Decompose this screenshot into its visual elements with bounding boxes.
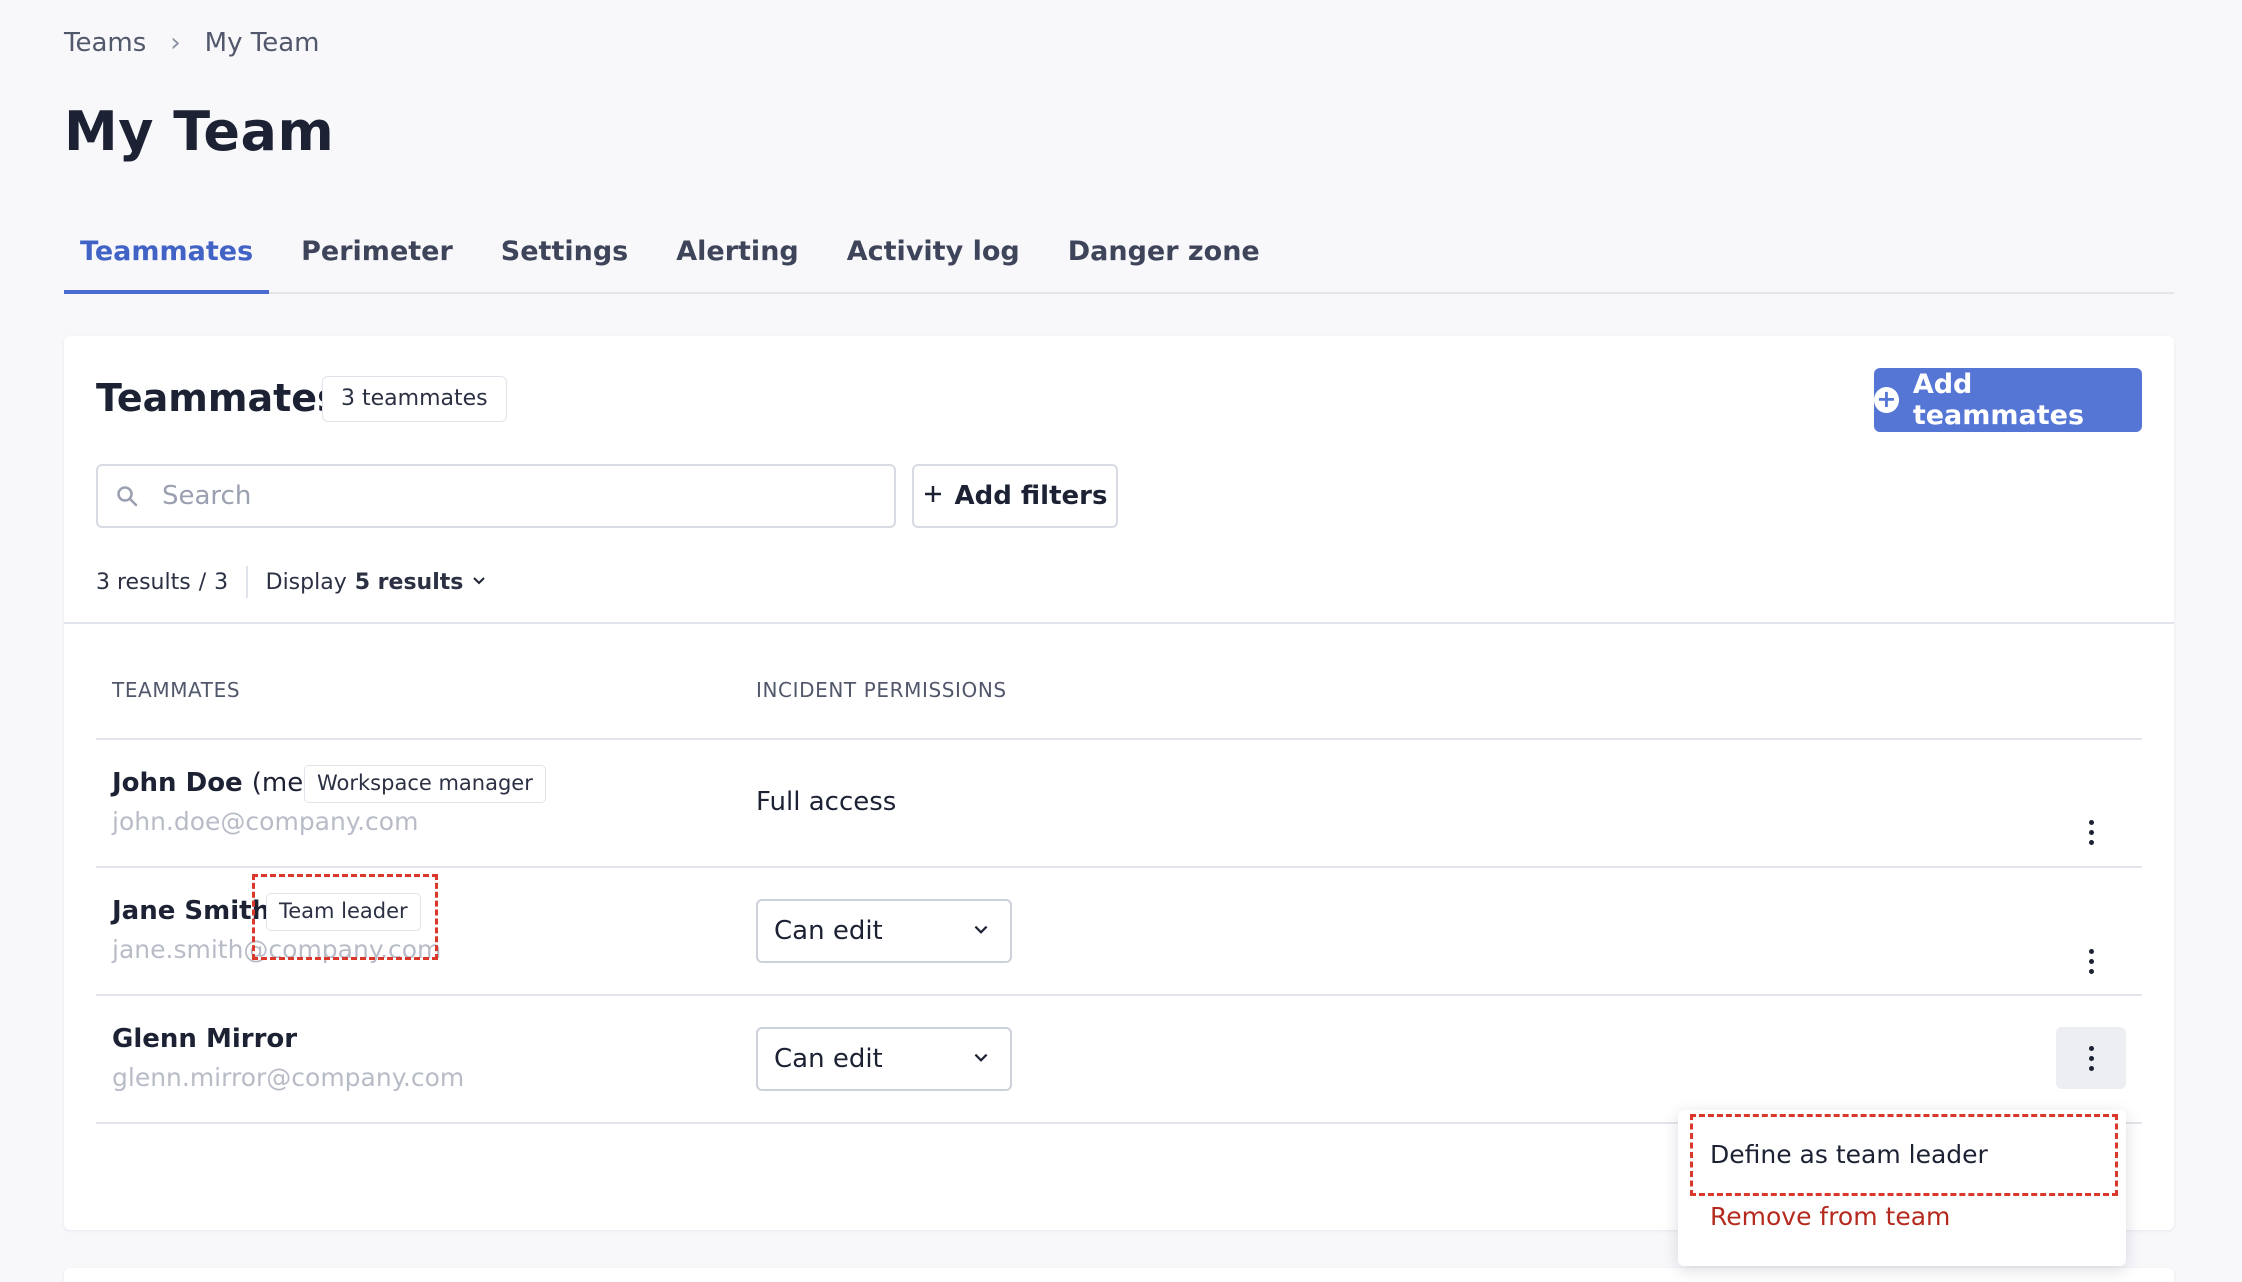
search-icon	[116, 485, 156, 507]
add-teammates-button[interactable]: + Add teammates	[1874, 368, 2142, 432]
tab-alerting[interactable]: Alerting	[660, 236, 815, 294]
highlight-annotation	[1690, 1114, 2118, 1196]
tab-activity-log[interactable]: Activity log	[831, 236, 1036, 294]
teammate-email: john.doe@company.com	[112, 807, 419, 836]
display-label: Display	[265, 569, 347, 595]
permission-select-value: Can edit	[774, 1044, 883, 1074]
divider	[64, 622, 2174, 624]
divider	[96, 866, 2142, 868]
chevron-down-icon	[972, 1044, 990, 1074]
tab-danger-zone[interactable]: Danger zone	[1052, 236, 1276, 294]
chevron-right-icon: ›	[170, 28, 181, 58]
tab-settings[interactable]: Settings	[485, 236, 644, 294]
permission-value: Full access	[756, 787, 897, 817]
more-vertical-icon	[2088, 948, 2094, 974]
role-badge: Workspace manager	[304, 765, 546, 803]
teammate-name: John Doe (me)	[112, 768, 314, 798]
row-actions-button[interactable]	[2056, 930, 2126, 992]
page-title: My Team	[64, 100, 335, 163]
search-box	[96, 464, 896, 528]
display-results-select[interactable]: Display 5 results	[266, 570, 488, 595]
chevron-down-icon	[471, 570, 487, 595]
results-summary: 3 results / 3 Display 5 results	[96, 560, 487, 604]
add-teammates-label: Add teammates	[1912, 369, 2085, 431]
teammate-name: Jane Smith	[112, 896, 271, 926]
tab-perimeter[interactable]: Perimeter	[285, 236, 469, 294]
tab-teammates[interactable]: Teammates	[64, 236, 270, 294]
section-title: Teammates	[96, 376, 340, 420]
teammates-card: Teammates 3 teammates + Add teammates Ad…	[64, 336, 2174, 1230]
permission-select[interactable]: Can edit	[756, 899, 1012, 963]
teammates-count-badge: 3 teammates	[322, 376, 507, 422]
column-header-teammates: TEAMMATES	[112, 678, 241, 702]
remove-from-team-option[interactable]: Remove from team	[1710, 1202, 1950, 1231]
chevron-down-icon	[972, 916, 990, 946]
column-header-incident-permissions: INCIDENT PERMISSIONS	[756, 678, 1007, 702]
divider	[246, 566, 248, 598]
tab-bar: Teammates Perimeter Settings Alerting Ac…	[64, 236, 2174, 294]
divider	[96, 994, 2142, 996]
plus-icon	[923, 481, 943, 511]
more-vertical-icon	[2088, 1045, 2094, 1071]
search-input[interactable]	[162, 481, 862, 511]
plus-circle-icon: +	[1874, 387, 1899, 413]
row-actions-button[interactable]	[2056, 801, 2126, 863]
results-total: 3	[214, 569, 229, 595]
breadcrumb: Teams › My Team	[64, 28, 319, 58]
permission-select-value: Can edit	[774, 916, 883, 946]
next-card	[64, 1268, 2174, 1282]
breadcrumb-current: My Team	[204, 28, 320, 58]
divider	[96, 738, 2142, 740]
permission-select[interactable]: Can edit	[756, 1027, 1012, 1091]
display-value: 5 results	[354, 569, 464, 595]
teammate-email: glenn.mirror@company.com	[112, 1063, 465, 1092]
results-count: 3 results	[96, 569, 191, 595]
add-filters-label: Add filters	[954, 481, 1108, 511]
more-vertical-icon	[2088, 819, 2094, 845]
breadcrumb-teams-link[interactable]: Teams	[64, 28, 146, 58]
add-filters-button[interactable]: Add filters	[912, 464, 1118, 528]
row-actions-button[interactable]	[2056, 1027, 2126, 1089]
teammate-name: Glenn Mirror	[112, 1024, 298, 1054]
highlight-annotation	[252, 874, 438, 960]
